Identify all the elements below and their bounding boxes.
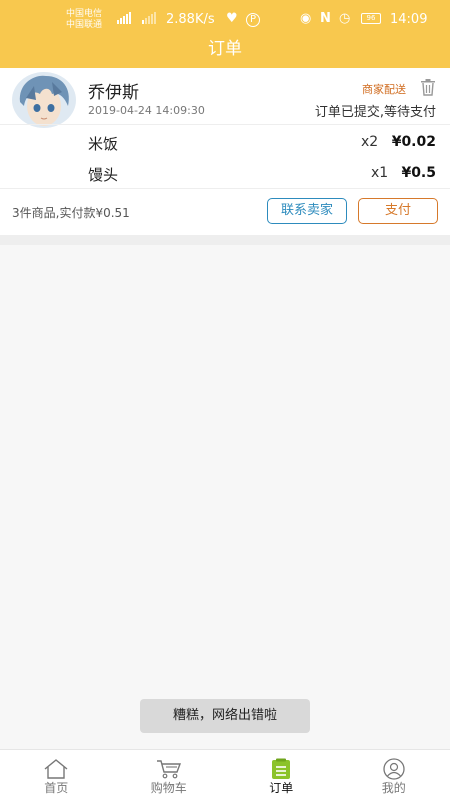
item-price: ¥0.5 <box>401 165 436 181</box>
cart-icon <box>156 758 182 780</box>
order-status: 订单已提交,等待支付 <box>314 105 436 120</box>
buyer-name: 乔伊斯 <box>88 83 139 103</box>
eye-icon: ◉ <box>300 11 312 26</box>
item-quantity: x1 <box>371 165 389 181</box>
home-icon <box>43 758 69 780</box>
tab-label: 首页 <box>44 781 69 795</box>
notification-icon: P <box>246 13 260 27</box>
item-price: ¥0.02 <box>391 134 436 150</box>
carrier-1: 中国电信 <box>66 9 103 19</box>
tab-orders[interactable]: 订单 <box>225 750 338 800</box>
tab-label: 我的 <box>381 781 406 795</box>
error-toast: 糟糕，网络出错啦 <box>140 699 310 733</box>
page-title: 订单 <box>208 39 242 59</box>
tab-home[interactable]: 首页 <box>0 750 113 800</box>
tab-label: 订单 <box>269 781 294 795</box>
tab-profile[interactable]: 我的 <box>338 750 450 800</box>
clock: 14:09 <box>390 12 428 27</box>
profile-icon <box>381 758 407 780</box>
order-date: 2019-04-24 14:09:30 <box>88 104 205 117</box>
section-separator <box>0 235 450 245</box>
item-name: 米饭 <box>88 135 119 153</box>
tab-cart[interactable]: 购物车 <box>113 750 226 800</box>
carrier-names: 中国电信 中国联通 <box>66 9 102 31</box>
delivery-method: 商家配送 <box>362 83 406 96</box>
divider <box>0 124 450 125</box>
tab-label: 购物车 <box>150 781 187 795</box>
alarm-icon: ◷ <box>339 11 351 26</box>
order-list-icon <box>268 758 294 780</box>
item-name: 馒头 <box>88 166 119 184</box>
header-bar: 中国电信 中国联通 2.88K/s ♥ P ◉ N ◷ 96 14:09 订单 <box>0 0 450 68</box>
contact-seller-button[interactable]: 联系卖家 <box>267 198 347 224</box>
pay-button[interactable]: 支付 <box>358 198 438 224</box>
bottom-tab-bar: 首页 购物车 订单 我的 <box>0 749 450 800</box>
heart-icon: ♥ <box>226 11 238 26</box>
battery-icon: 96 <box>361 13 381 24</box>
signal-icon <box>117 12 131 24</box>
carrier-2: 中国联通 <box>66 20 103 30</box>
item-quantity: x2 <box>361 134 379 150</box>
trash-icon[interactable] <box>420 78 436 96</box>
order-summary: 3件商品,实付款¥0.51 <box>12 206 130 220</box>
nfc-icon: N <box>320 11 331 26</box>
divider <box>0 188 450 189</box>
signal-icon-2 <box>142 12 156 24</box>
network-speed: 2.88K/s <box>166 12 215 27</box>
buyer-avatar <box>12 72 76 128</box>
